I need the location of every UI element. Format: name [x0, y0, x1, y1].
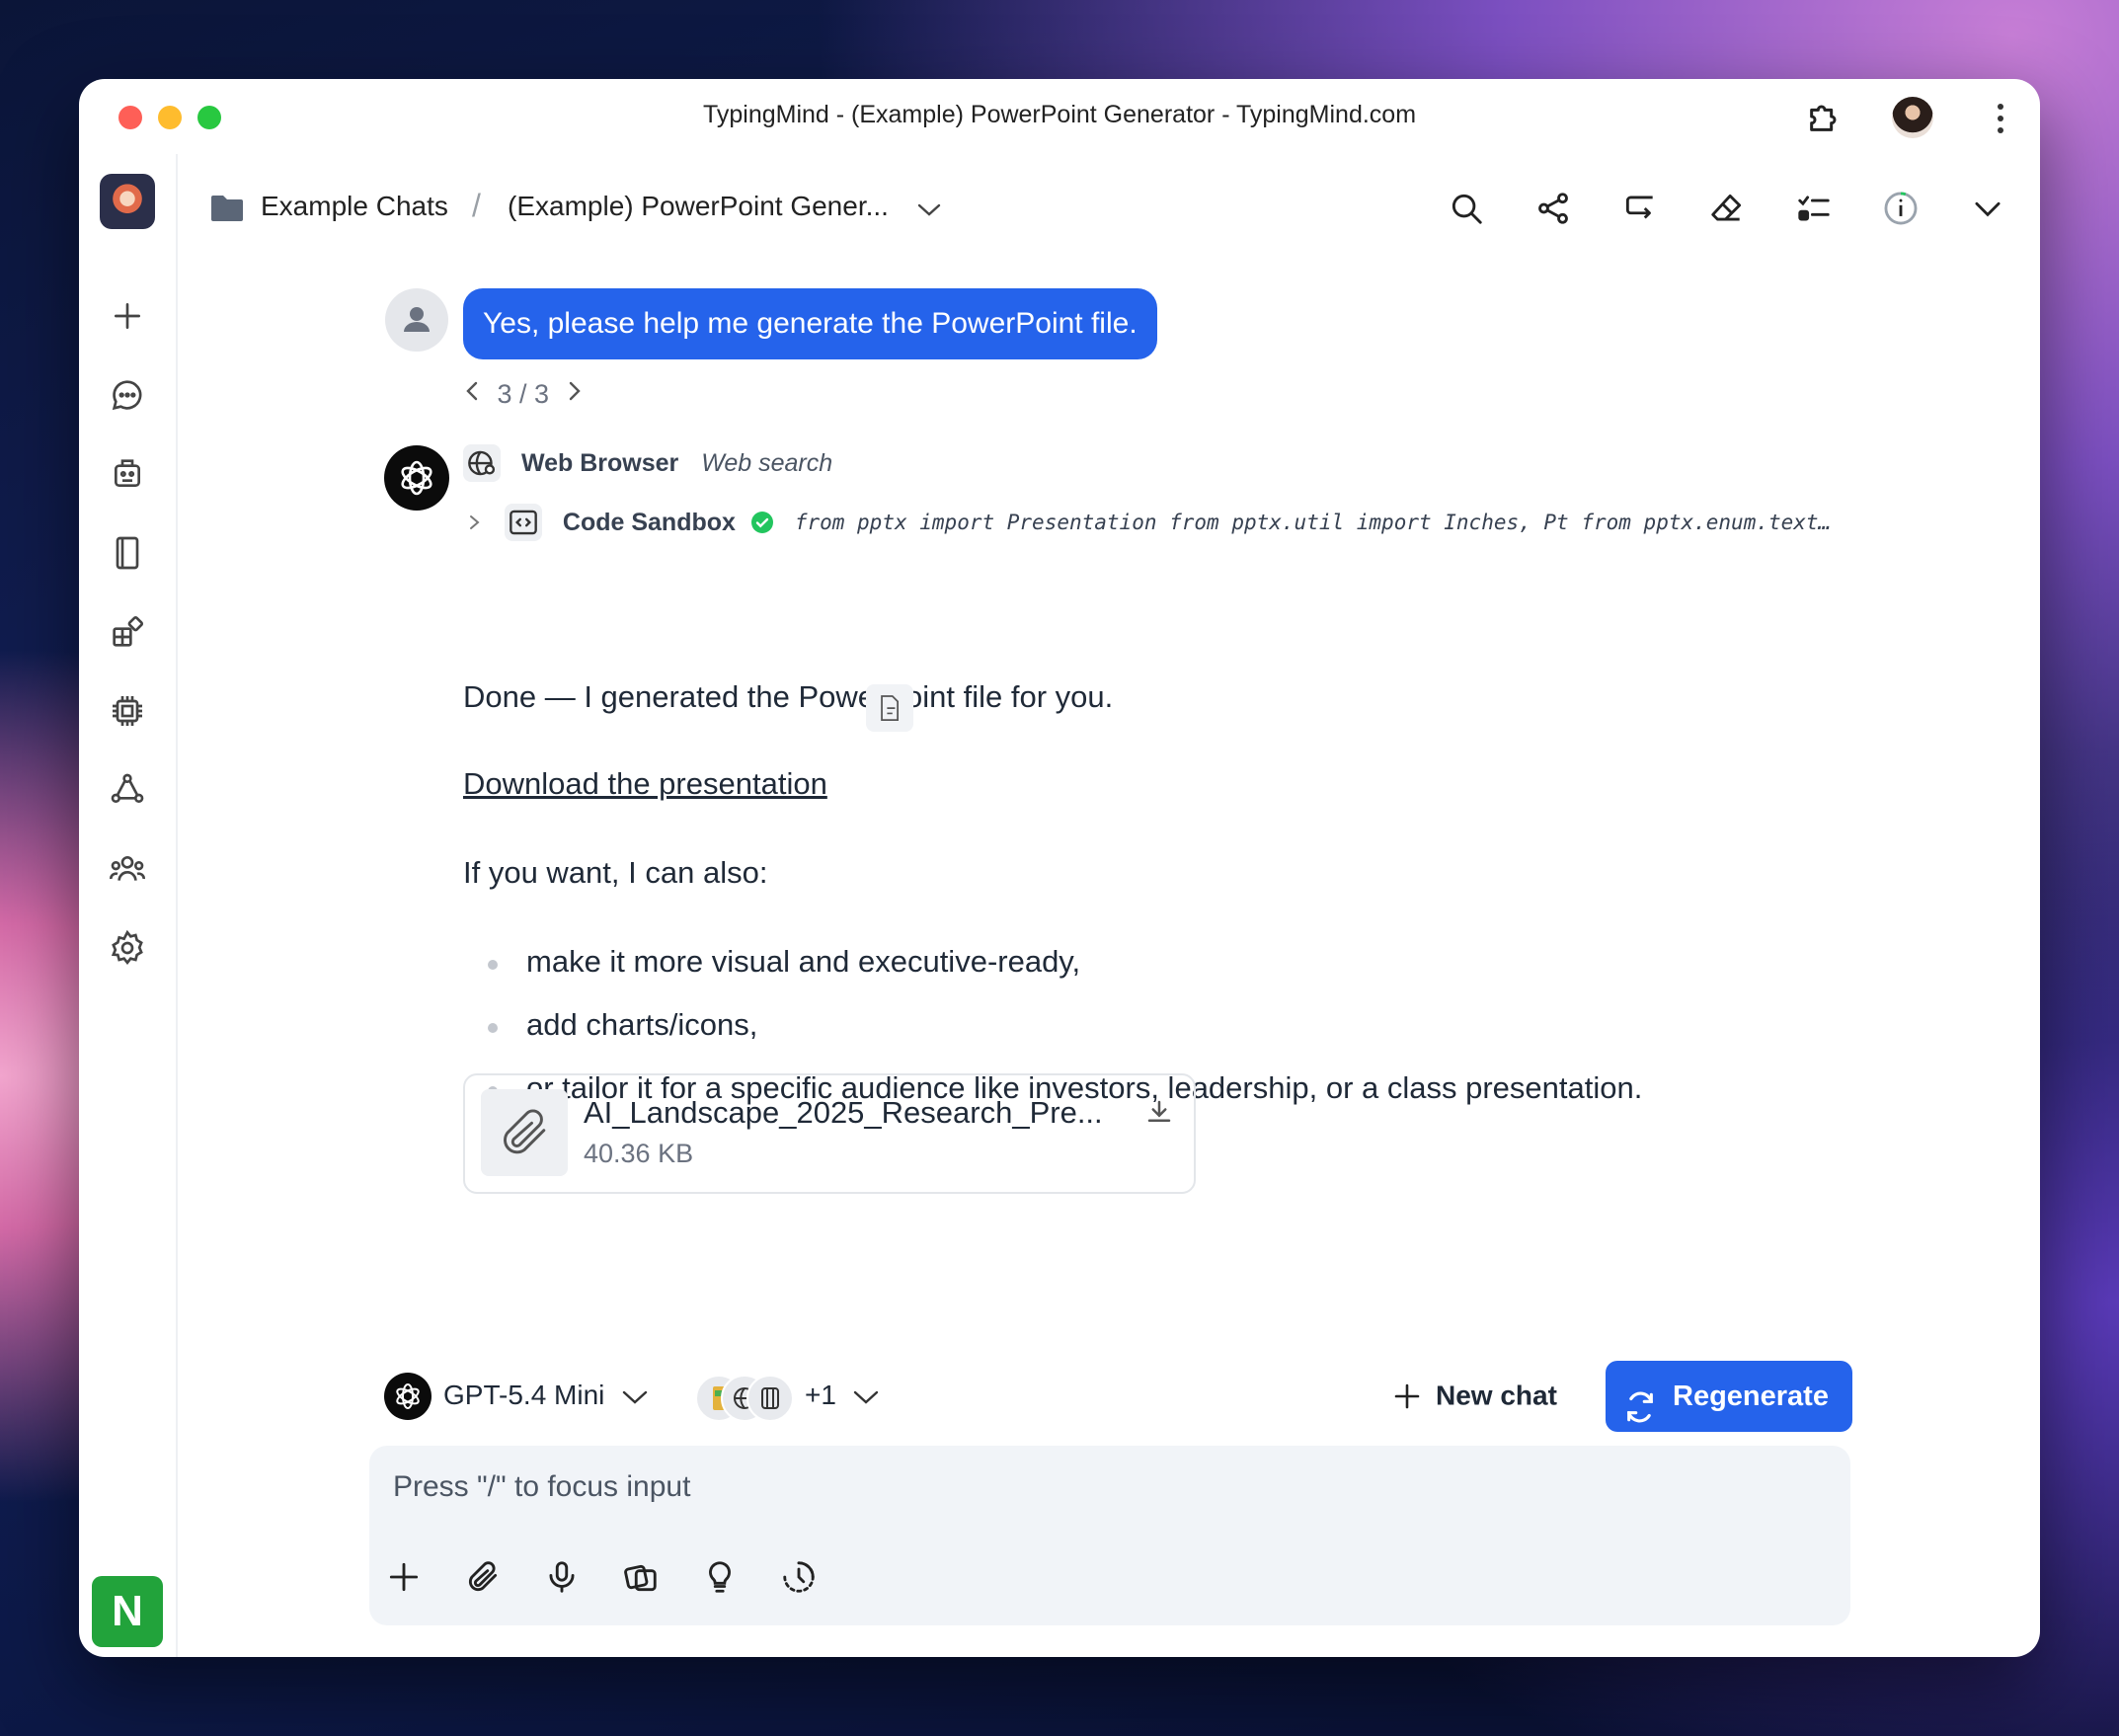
- breadcrumb-separator: /: [472, 188, 481, 223]
- plugins-chevron-icon[interactable]: [851, 1384, 881, 1410]
- window-title: TypingMind - (Example) PowerPoint Genera…: [702, 101, 1417, 128]
- paperclip-icon: [481, 1089, 568, 1176]
- breadcrumb-chat-title[interactable]: (Example) PowerPoint Gener...: [508, 191, 889, 222]
- download-icon[interactable]: [1144, 1097, 1174, 1127]
- profile-avatar[interactable]: [1892, 97, 1933, 138]
- openai-logo-icon: [384, 445, 449, 511]
- web-browser-icon: [463, 444, 501, 482]
- tool-name: Code Sandbox: [562, 508, 736, 536]
- message-composer[interactable]: [369, 1446, 1850, 1625]
- user-avatar: [385, 288, 448, 352]
- new-chat-button[interactable]: New chat: [1392, 1379, 1557, 1426]
- file-name: AI_Landscape_2025_Research_Pre...: [584, 1095, 1103, 1130]
- title-bar: TypingMind - (Example) PowerPoint Genera…: [79, 79, 2040, 154]
- tool-name: Web Browser: [520, 448, 679, 477]
- app-window: TypingMind - (Example) PowerPoint Genera…: [79, 79, 2040, 1657]
- workspace-badge[interactable]: N: [92, 1576, 163, 1647]
- search-icon[interactable]: [1448, 190, 1485, 227]
- tool-code-sandbox[interactable]: Code Sandbox from pptx import Presentati…: [466, 504, 1831, 541]
- sidebar: N: [79, 154, 178, 1657]
- refresh-icon: [1623, 1380, 1657, 1423]
- success-check-icon: [750, 511, 774, 534]
- plus-icon[interactable]: [108, 296, 147, 336]
- regenerate-button[interactable]: Regenerate: [1606, 1361, 1852, 1432]
- enabled-plugins[interactable]: [695, 1375, 794, 1422]
- model-selector[interactable]: GPT-5.4 Mini: [443, 1380, 604, 1411]
- lightbulb-icon[interactable]: [701, 1558, 739, 1596]
- assistant-intro: Done — I generated the PowerPoint file f…: [463, 679, 1114, 714]
- copy-link-icon[interactable]: [866, 684, 913, 732]
- plugins-icon[interactable]: [108, 612, 147, 652]
- settings-icon[interactable]: [108, 928, 147, 968]
- next-version-icon[interactable]: [565, 377, 585, 412]
- knowledge-graph-icon[interactable]: [108, 770, 147, 810]
- bullet-item: add charts/icons,: [526, 1007, 758, 1042]
- attach-file-icon[interactable]: [464, 1558, 502, 1596]
- eraser-icon[interactable]: [1708, 190, 1746, 227]
- message-input[interactable]: [393, 1465, 1775, 1509]
- team-icon[interactable]: [108, 849, 147, 889]
- assistant-followup: If you want, I can also:: [463, 855, 768, 890]
- collapse-chevron-icon[interactable]: [1969, 190, 2006, 227]
- info-icon[interactable]: [1882, 190, 1920, 227]
- tool-web-browser[interactable]: Web Browser Web search: [463, 444, 832, 482]
- chat-icon[interactable]: [108, 375, 147, 415]
- code-sandbox-plugin-icon: [746, 1375, 794, 1422]
- reply-icon[interactable]: [1621, 190, 1659, 227]
- model-chevron-icon[interactable]: [620, 1384, 650, 1410]
- file-attachment-card[interactable]: AI_Landscape_2025_Research_Pre... 40.36 …: [463, 1073, 1196, 1194]
- history-clock-icon[interactable]: [780, 1558, 818, 1596]
- bullet-item: make it more visual and executive-ready,: [526, 944, 1081, 979]
- pager-label: 3 / 3: [497, 379, 550, 409]
- tool-description: Web search: [701, 448, 833, 477]
- extensions-icon[interactable]: [1805, 97, 1844, 136]
- bullet-marker: [488, 960, 498, 970]
- file-size: 40.36 KB: [584, 1139, 694, 1168]
- model-logo-icon[interactable]: [384, 1373, 432, 1420]
- plus-icon: [1392, 1381, 1422, 1411]
- app-logo[interactable]: [100, 174, 155, 229]
- prompt-library-icon[interactable]: [108, 533, 147, 573]
- code-preview: from pptx import Presentation from pptx.…: [794, 511, 1832, 534]
- bullet-marker: [488, 1023, 498, 1033]
- expand-chevron-icon[interactable]: [466, 509, 484, 536]
- chevron-down-icon[interactable]: [914, 196, 944, 223]
- share-icon[interactable]: [1534, 190, 1572, 227]
- models-icon[interactable]: [108, 691, 147, 731]
- breadcrumb-folder[interactable]: Example Chats: [261, 191, 448, 222]
- message-pager: 3 / 3: [462, 377, 585, 412]
- plugins-extra-count[interactable]: +1: [805, 1380, 836, 1411]
- checklist-icon[interactable]: [1795, 190, 1833, 227]
- download-link[interactable]: Download the presentation: [463, 766, 827, 802]
- prompt-library-icon[interactable]: [622, 1558, 660, 1596]
- user-message[interactable]: Yes, please help me generate the PowerPo…: [463, 288, 1157, 359]
- previous-version-icon[interactable]: [462, 377, 482, 412]
- add-icon[interactable]: [385, 1558, 423, 1596]
- microphone-icon[interactable]: [543, 1558, 581, 1596]
- more-menu-icon[interactable]: [1995, 101, 2006, 136]
- agents-icon[interactable]: [108, 454, 147, 494]
- code-sandbox-icon: [504, 504, 542, 541]
- folder-icon: [209, 194, 245, 223]
